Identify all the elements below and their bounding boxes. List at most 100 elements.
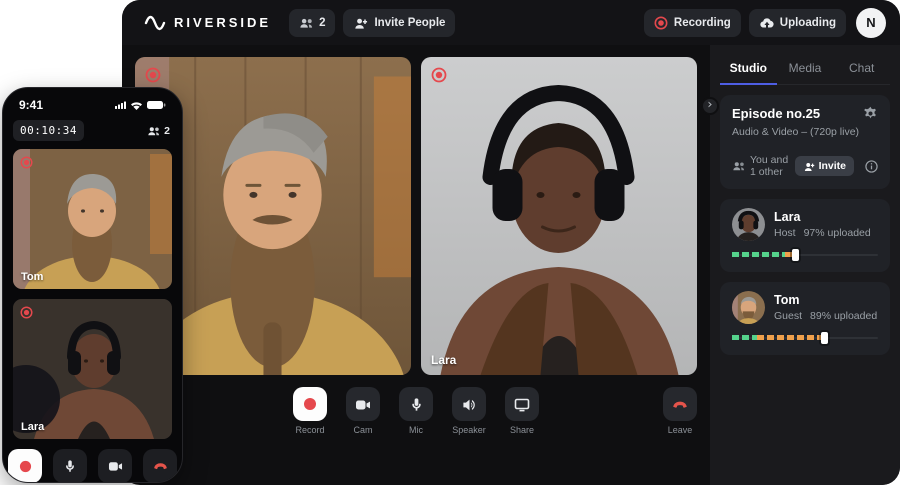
brand-name: RIVERSIDE (174, 15, 271, 30)
sidebar-collapse-button[interactable] (701, 97, 719, 115)
participant-upload-status: 97% uploaded (804, 227, 871, 239)
recording-label: Recording (674, 17, 731, 29)
sidebar-tabs: Studio Media Chat (720, 55, 890, 85)
progress-marker[interactable] (792, 249, 799, 261)
app-body: Lara Record (122, 45, 900, 485)
speaker-icon (462, 397, 477, 412)
leave-call-button[interactable] (663, 387, 697, 421)
participant-upload-status: 89% uploaded (810, 310, 877, 322)
participant-role: Host (774, 227, 796, 239)
sidebar-invite-label: Invite (819, 160, 846, 172)
phone-participant-number: 2 (164, 125, 170, 137)
share-button-label: Share (510, 425, 534, 435)
participant-name: Lara (774, 210, 871, 224)
people-icon (299, 16, 313, 30)
record-indicator-icon (20, 306, 33, 319)
record-button[interactable] (293, 387, 327, 421)
phone-mic-button[interactable] (53, 449, 87, 483)
tile-name-label: Lara (431, 353, 456, 367)
phone-call-controls (3, 449, 182, 483)
uploading-label: Uploading (780, 17, 836, 29)
battery-icon (147, 100, 166, 110)
tom-avatar (732, 291, 765, 324)
episode-title: Episode no.25 (732, 106, 820, 121)
phone-camera-button[interactable] (98, 449, 132, 483)
participant-card-lara: Lara Host 97% uploaded (720, 199, 890, 272)
camera-icon (355, 397, 371, 412)
mic-icon (63, 459, 77, 473)
phone-session-bar: 00:10:34 2 (3, 112, 182, 149)
participant-count: 2 (319, 17, 325, 29)
share-screen-button[interactable] (505, 387, 539, 421)
progress-green-segment (732, 252, 785, 257)
participant-role: Guest (774, 310, 802, 322)
record-indicator-icon (145, 67, 161, 83)
episode-card: Episode no.25 Audio & Video – (720p live… (720, 95, 890, 189)
mic-button-label: Mic (409, 425, 423, 435)
episode-subtitle: Audio & Video – (720p live) (732, 126, 878, 138)
participant-name: Tom (774, 293, 877, 307)
phone-overlay: 9:41 00:10:34 2 (2, 87, 183, 483)
tab-media[interactable]: Media (777, 55, 834, 85)
tab-chat[interactable]: Chat (833, 55, 890, 85)
progress-marker[interactable] (821, 332, 828, 344)
phone-tile-tom: Tom (13, 149, 172, 289)
desktop-canvas: RIVERSIDE 2 Invite People Recording Uplo… (0, 0, 900, 485)
record-icon (303, 397, 317, 411)
episode-settings-button[interactable] (863, 106, 878, 121)
participant-count-badge[interactable]: 2 (289, 9, 335, 37)
mic-icon (409, 397, 424, 412)
tile-name-label: Tom (21, 271, 43, 283)
camera-button[interactable] (346, 387, 380, 421)
share-screen-icon (514, 397, 530, 412)
stage: Lara Record (122, 45, 710, 485)
chevron-right-icon (706, 100, 715, 109)
people-icon (732, 160, 745, 172)
tab-studio[interactable]: Studio (720, 55, 777, 85)
tom-avatar-image (732, 291, 765, 324)
phone-record-button[interactable] (8, 449, 42, 483)
tom-video-feed-mini (13, 149, 172, 289)
lara-avatar (732, 208, 765, 241)
phone-clock: 9:41 (19, 98, 43, 112)
cellular-signal-icon (115, 100, 126, 110)
app-header: RIVERSIDE 2 Invite People Recording Uplo… (122, 0, 900, 45)
speaker-button[interactable] (452, 387, 486, 421)
riverside-logo: RIVERSIDE (144, 12, 271, 34)
record-icon (19, 460, 32, 473)
session-timer: 00:10:34 (13, 120, 84, 141)
phone-hangup-button[interactable] (143, 449, 177, 483)
call-controls: Record Cam Mic (122, 387, 710, 445)
wave-logo-icon (144, 12, 166, 34)
phone-participant-count: 2 (147, 125, 170, 137)
upload-progress-bar (732, 248, 878, 262)
lara-video-feed (421, 57, 697, 375)
upload-progress-bar (732, 331, 878, 345)
riverside-app-window: RIVERSIDE 2 Invite People Recording Uplo… (122, 0, 900, 485)
cloud-upload-icon (759, 16, 774, 30)
invite-people-button[interactable]: Invite People (343, 9, 455, 37)
phone-status-bar: 9:41 (3, 88, 182, 112)
people-icon (147, 125, 160, 137)
leave-button-label: Leave (668, 425, 693, 435)
gear-icon (863, 106, 878, 121)
uploading-status-badge[interactable]: Uploading (749, 9, 846, 37)
mic-button[interactable] (399, 387, 433, 421)
recording-status-badge[interactable]: Recording (644, 9, 741, 37)
record-button-label: Record (295, 425, 324, 435)
participants-summary: You and 1 other (750, 154, 790, 178)
tile-name-label: Lara (21, 421, 44, 433)
studio-sidebar: Studio Media Chat Episode no.25 Audio & … (710, 45, 900, 485)
user-avatar[interactable]: N (856, 8, 886, 38)
episode-info-button[interactable] (865, 160, 878, 173)
video-tile-lara: Lara (421, 57, 697, 375)
record-indicator-icon (431, 67, 447, 83)
wifi-icon (131, 101, 142, 110)
sidebar-invite-button[interactable]: Invite (795, 156, 854, 176)
progress-orange-segment (757, 335, 821, 340)
participant-card-tom: Tom Guest 89% uploaded (720, 282, 890, 355)
camera-button-label: Cam (353, 425, 372, 435)
call-controls-center: Record Cam Mic (290, 387, 542, 435)
hangup-icon (153, 459, 168, 473)
video-tiles: Lara (122, 45, 710, 375)
